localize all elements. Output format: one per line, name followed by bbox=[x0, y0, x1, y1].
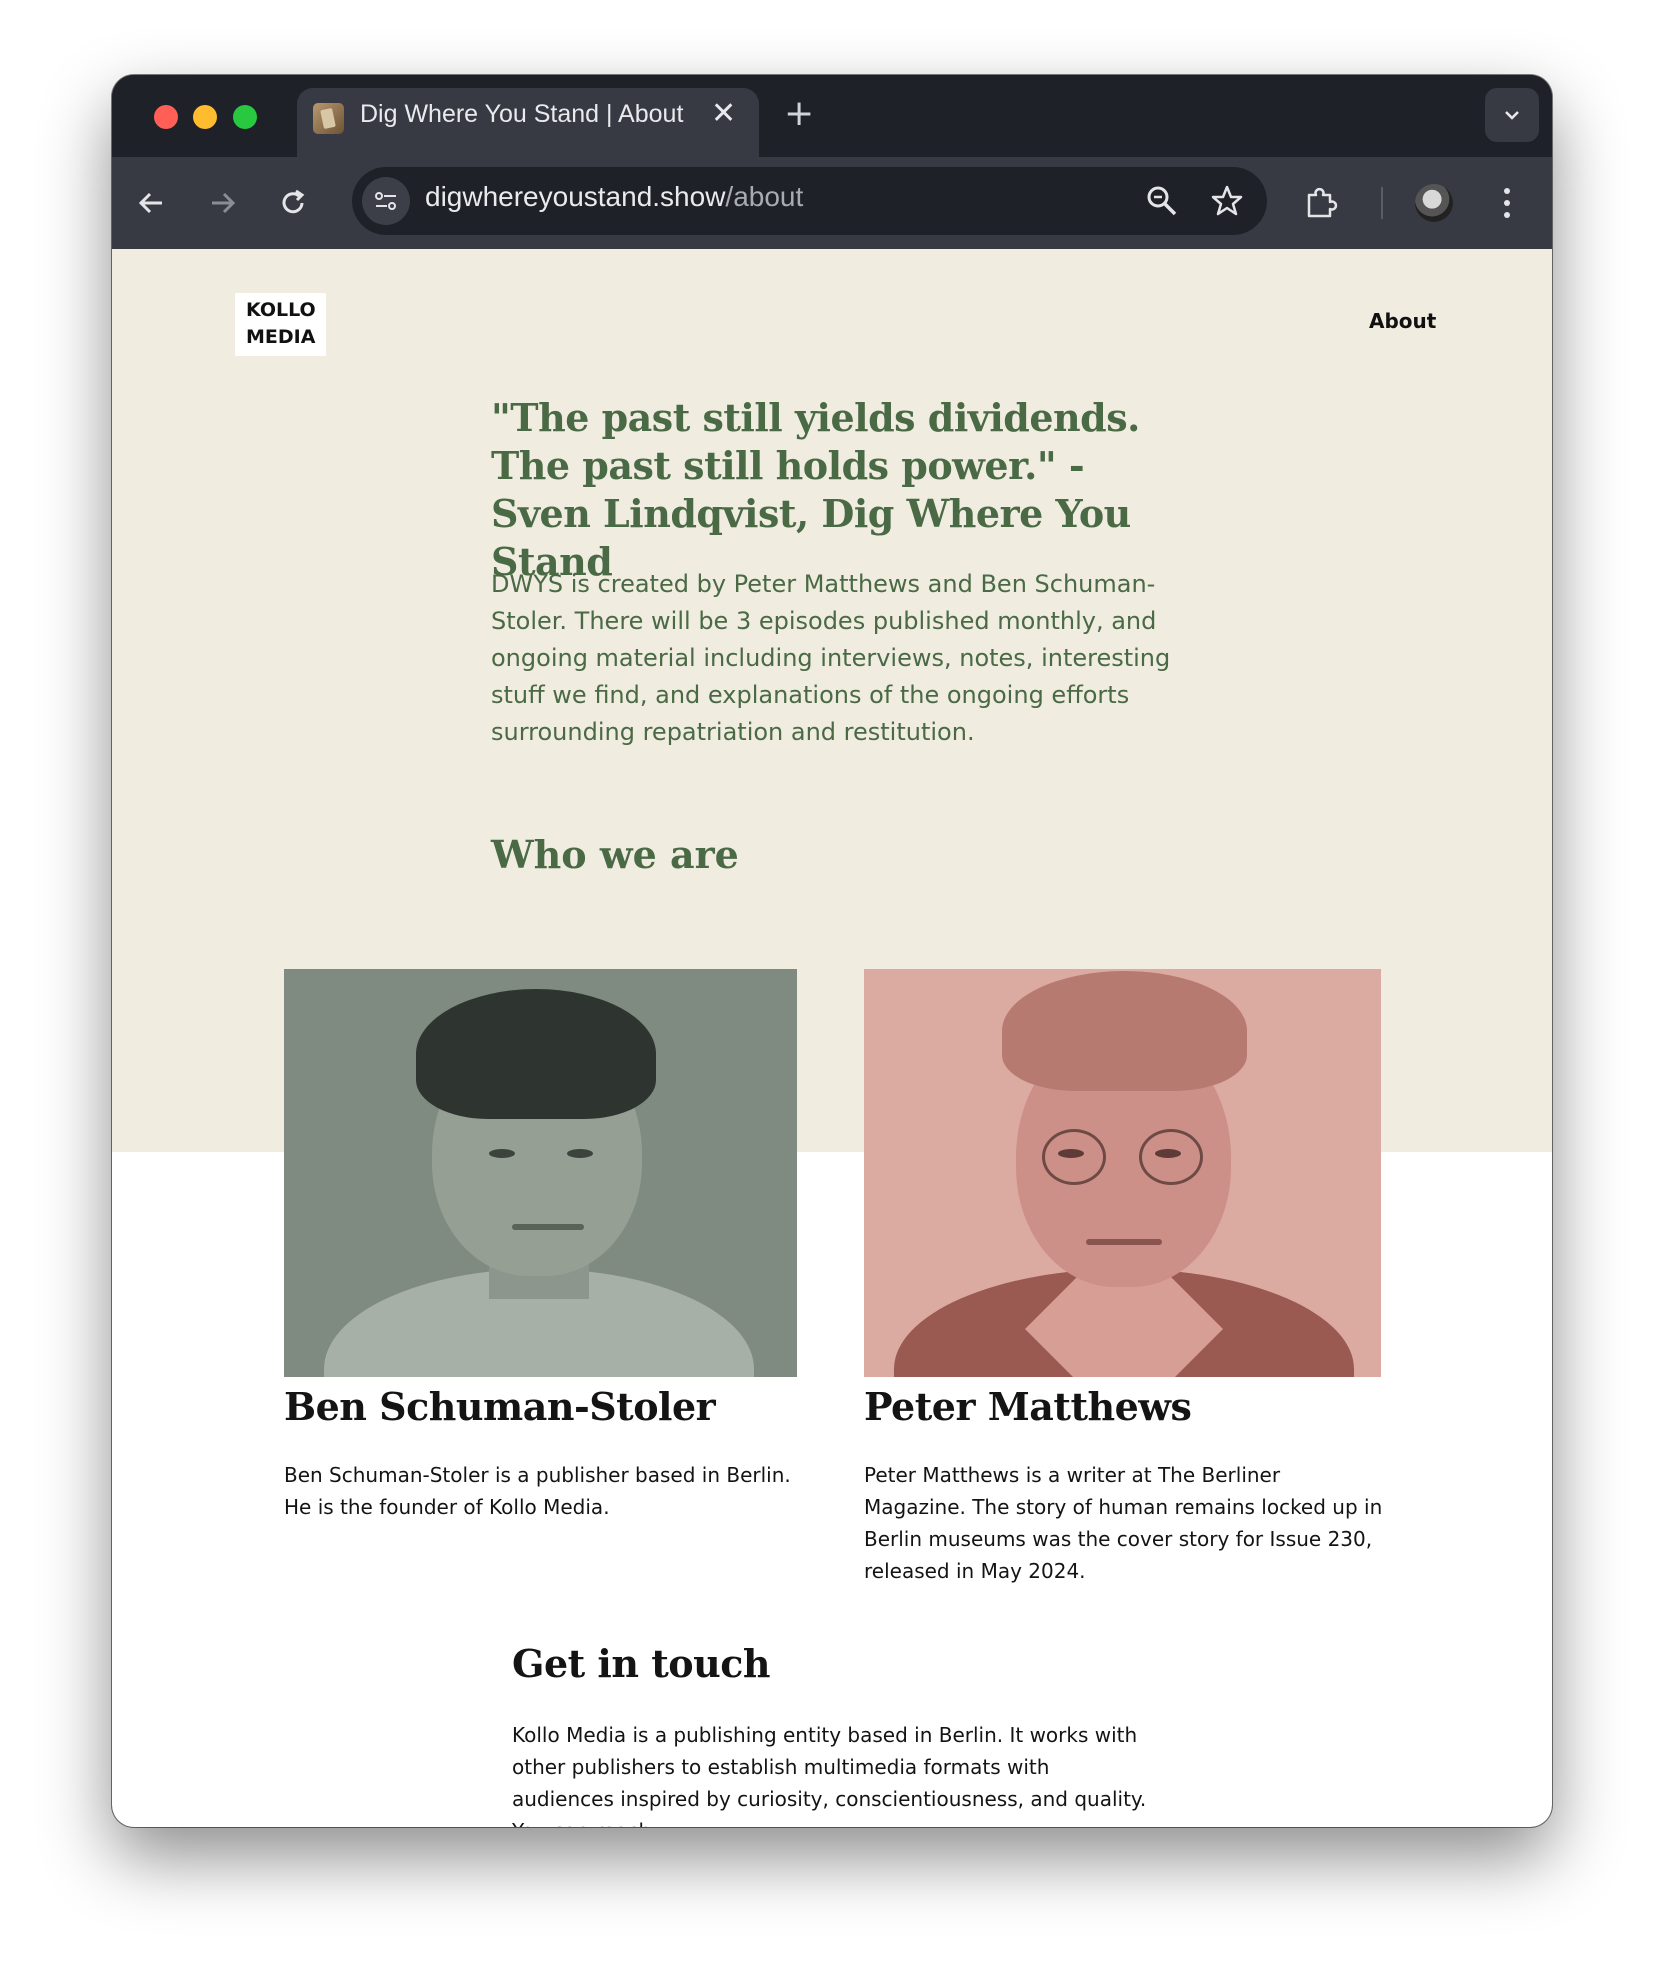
logo-line-2: MEDIA bbox=[246, 326, 316, 348]
kollo-media-logo[interactable]: KOLLO MEDIA bbox=[235, 293, 326, 356]
browser-window: Dig Where You Stand | About ✕ + digwhere… bbox=[112, 75, 1552, 1827]
zoom-icon[interactable] bbox=[1145, 184, 1179, 218]
reload-icon[interactable] bbox=[275, 185, 311, 221]
person-bio-ben: Ben Schuman-Stoler is a publisher based … bbox=[284, 1463, 791, 1519]
browser-tab[interactable]: Dig Where You Stand | About ✕ bbox=[297, 88, 759, 157]
favicon-icon bbox=[313, 103, 344, 134]
page-viewport: KOLLO MEDIA About "The past still yields… bbox=[112, 249, 1552, 1827]
ben-right-eye bbox=[567, 1149, 593, 1158]
person-name-peter: Peter Matthews bbox=[864, 1384, 1192, 1429]
toolbar-divider bbox=[1381, 187, 1383, 219]
maximize-window-button[interactable] bbox=[233, 105, 257, 129]
logo-line-1: KOLLO bbox=[246, 299, 316, 321]
arrow-right-icon[interactable] bbox=[204, 185, 240, 221]
ben-mouth bbox=[512, 1224, 584, 1230]
who-we-are-heading: Who we are bbox=[491, 832, 739, 877]
avatar[interactable] bbox=[1415, 184, 1453, 222]
kebab-menu-icon[interactable] bbox=[1501, 186, 1513, 220]
minimize-window-button[interactable] bbox=[193, 105, 217, 129]
peter-hair bbox=[1002, 971, 1247, 1091]
new-tab-button[interactable]: + bbox=[784, 93, 814, 134]
url-text[interactable]: digwhereyoustand.show/about bbox=[425, 181, 803, 213]
tab-strip: Dig Where You Stand | About ✕ + bbox=[112, 75, 1552, 157]
arrow-left-icon[interactable] bbox=[134, 185, 170, 221]
hero-quote: "The past still yields dividends. The pa… bbox=[491, 395, 1140, 584]
site-controls-glyph bbox=[375, 192, 396, 210]
hero-intro: DWYS is created by Peter Matthews and Be… bbox=[491, 570, 1171, 746]
address-bar[interactable]: digwhereyoustand.show/about bbox=[352, 167, 1267, 235]
ben-hair bbox=[416, 989, 656, 1119]
url-host: digwhereyoustand.show bbox=[425, 181, 726, 212]
tab-title: Dig Where You Stand | About bbox=[360, 100, 684, 128]
ben-photo bbox=[284, 969, 797, 1377]
chevron-down-icon bbox=[1505, 111, 1519, 120]
star-icon[interactable] bbox=[1209, 183, 1245, 219]
peter-right-eye bbox=[1155, 1149, 1181, 1158]
tab-search-button[interactable] bbox=[1485, 88, 1539, 142]
peter-left-eye bbox=[1058, 1149, 1084, 1158]
get-in-touch-body: Kollo Media is a publishing entity based… bbox=[512, 1723, 1147, 1827]
person-bio-peter: Peter Matthews is a writer at The Berlin… bbox=[864, 1463, 1383, 1583]
nav-about-link[interactable]: About bbox=[1369, 309, 1436, 333]
puzzle-icon[interactable] bbox=[1302, 185, 1338, 221]
peter-photo bbox=[864, 969, 1381, 1377]
close-window-button[interactable] bbox=[154, 105, 178, 129]
person-name-ben: Ben Schuman-Stoler bbox=[284, 1384, 716, 1429]
browser-toolbar: digwhereyoustand.show/about bbox=[112, 157, 1552, 249]
tab-close-icon[interactable]: ✕ bbox=[711, 96, 736, 131]
peter-mouth bbox=[1086, 1239, 1162, 1245]
ben-left-eye bbox=[489, 1149, 515, 1158]
url-path: /about bbox=[725, 181, 804, 212]
tune-icon[interactable] bbox=[362, 177, 410, 225]
get-in-touch-heading: Get in touch bbox=[512, 1641, 771, 1686]
